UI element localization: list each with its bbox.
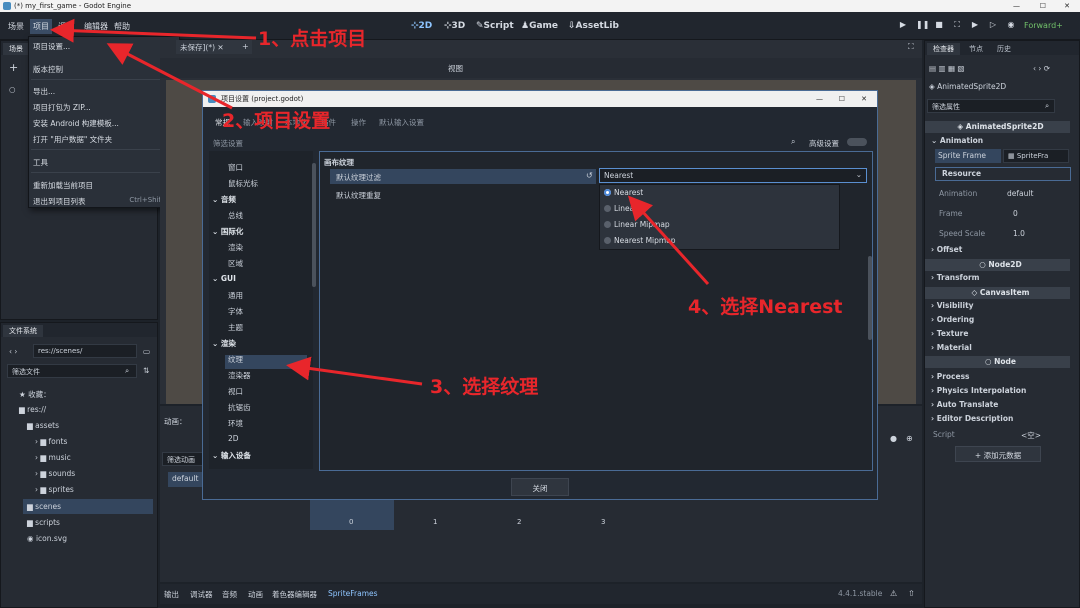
arrow-3 <box>286 356 423 386</box>
annotation-step-4: 4、选择Nearest <box>688 296 843 318</box>
annotation-step-1: 1、点击项目 <box>258 28 367 50</box>
annotation-arrows <box>50 18 710 386</box>
annotation-step-3: 3、选择纹理 <box>430 376 539 398</box>
arrow-1 <box>50 18 257 43</box>
arrow-2 <box>106 43 233 110</box>
arrow-4 <box>627 195 710 286</box>
annotation-step-2: 2、项目设置 <box>222 110 331 132</box>
